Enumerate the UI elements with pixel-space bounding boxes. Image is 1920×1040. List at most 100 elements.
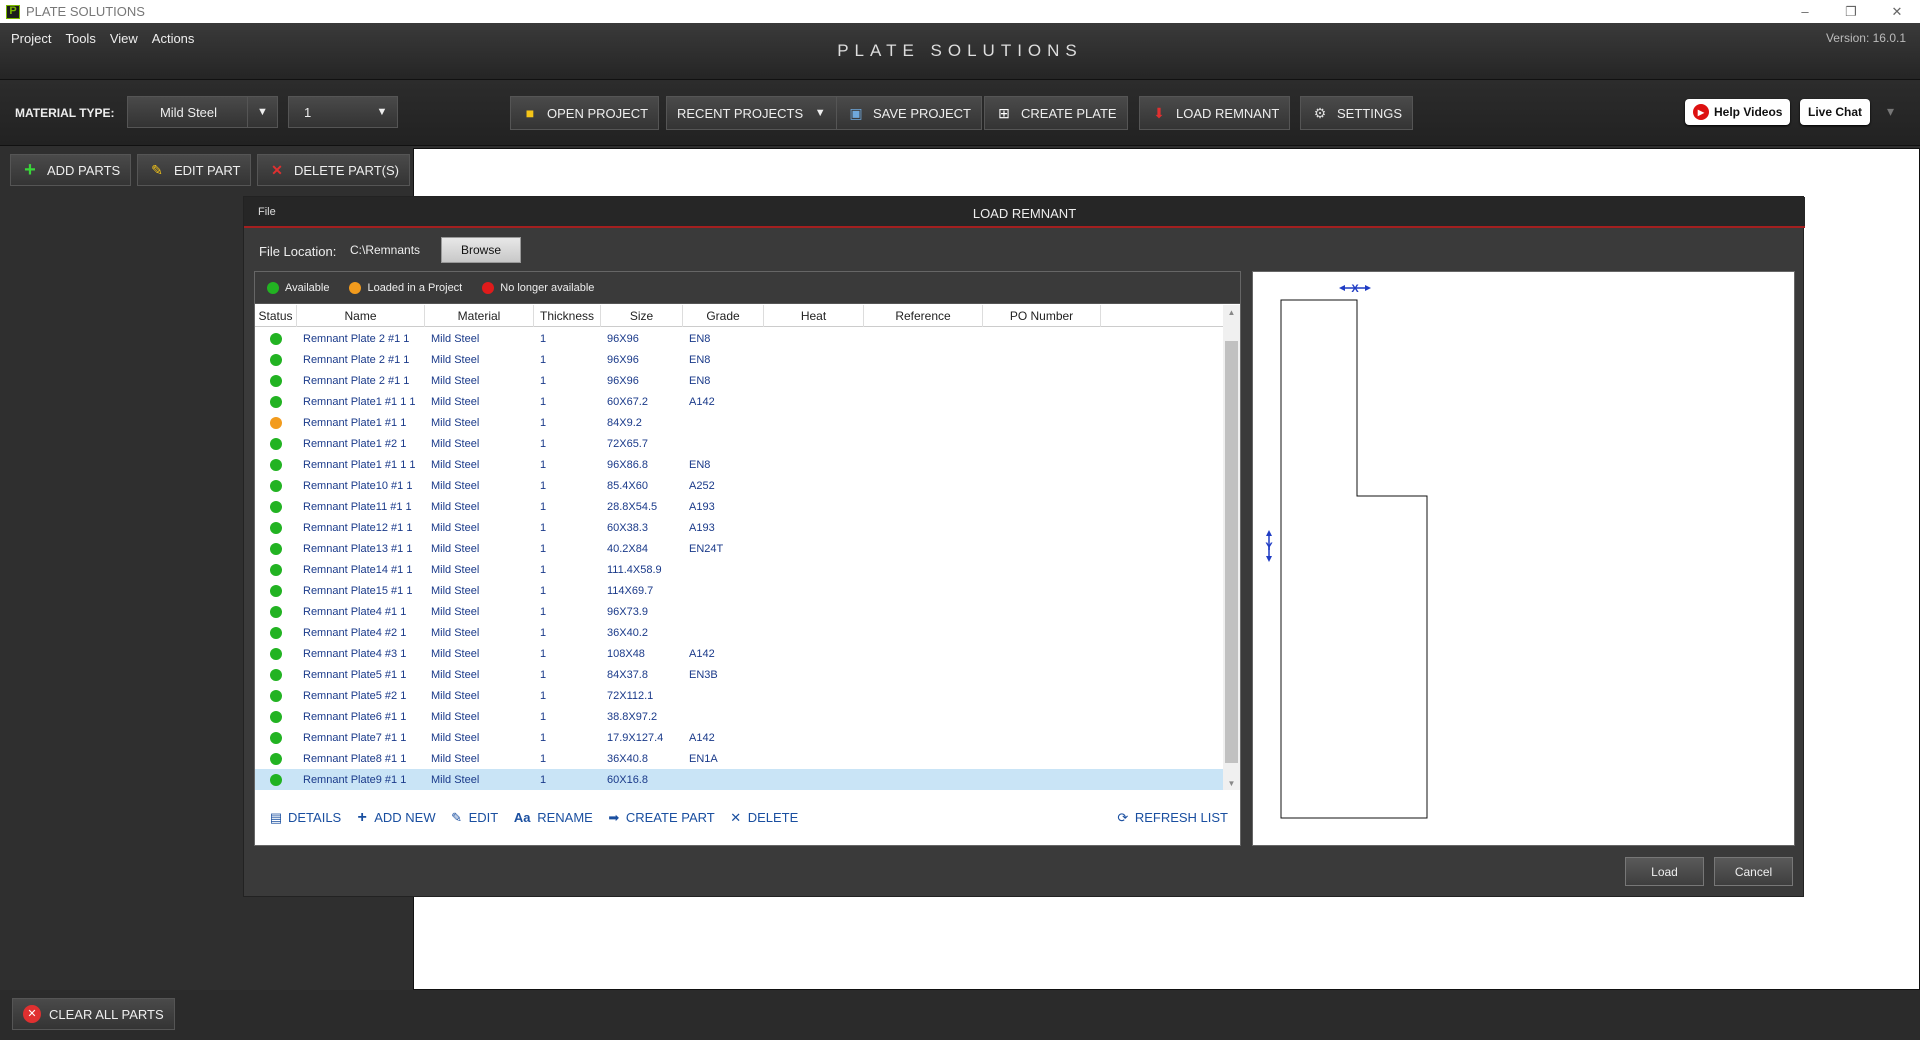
list-actions: ▤ DETAILS + ADD NEW ✎ EDIT Aa RENAME ➡ C… <box>255 790 1240 845</box>
col-size[interactable]: Size <box>601 305 683 327</box>
table-row[interactable]: Remnant Plate12 #1 1 Mild Steel 1 60X38.3 A1… <box>255 517 1223 538</box>
cancel-button[interactable]: Cancel <box>1714 857 1793 886</box>
pencil-icon: ✎ <box>151 162 163 178</box>
recent-projects-button[interactable]: RECENT PROJECTS ▼ <box>666 96 841 130</box>
row-status <box>255 542 297 555</box>
col-grade[interactable]: Grade <box>683 305 764 327</box>
create-part-action[interactable]: ➡ CREATE PART <box>607 809 714 827</box>
row-material: Mild Steel <box>431 731 480 744</box>
app-logo-icon: P <box>6 4 20 19</box>
load-remnant-button[interactable]: ⬇ LOAD REMNANT <box>1139 96 1291 130</box>
create-plate-button[interactable]: ⊞ CREATE PLATE <box>984 96 1128 130</box>
row-grade: EN8 <box>689 458 711 471</box>
col-status[interactable]: Status <box>255 305 297 327</box>
legend-unavailable-label: No longer available <box>500 281 595 294</box>
table-row[interactable]: Remnant Plate 2 #1 1 Mild Steel 1 96X96 EN8 <box>255 328 1223 349</box>
refresh-list-action[interactable]: ⟳ REFRESH LIST <box>1116 809 1228 827</box>
table-row[interactable]: Remnant Plate5 #2 1 Mild Steel 1 72X112.1 <box>255 685 1223 706</box>
edit-action[interactable]: ✎ EDIT <box>450 809 498 827</box>
status-dot-icon <box>270 710 282 723</box>
scroll-down-icon[interactable]: ▼ <box>1223 776 1240 790</box>
row-thickness: 1 <box>540 626 547 639</box>
green-dot-icon <box>267 281 279 294</box>
table-row[interactable]: Remnant Plate15 #1 1 Mild Steel 1 114X69.7 <box>255 580 1223 601</box>
details-action[interactable]: ▤ DETAILS <box>269 809 341 827</box>
download-arrow-icon: ⬇ <box>1153 105 1165 121</box>
row-material: Mild Steel <box>431 416 480 429</box>
edit-part-button[interactable]: ✎ EDIT PART <box>137 154 252 186</box>
settings-label: SETTINGS <box>1337 105 1403 121</box>
load-button[interactable]: Load <box>1625 857 1704 886</box>
material-dropdown[interactable]: Mild Steel ▼ <box>127 96 278 128</box>
row-name: Remnant Plate1 #1 1 <box>303 416 407 429</box>
col-name[interactable]: Name <box>297 305 425 327</box>
restore-icon[interactable]: ❐ <box>1828 0 1874 23</box>
delete-action[interactable]: ✕ DELETE <box>729 809 799 827</box>
add-new-action[interactable]: + ADD NEW <box>355 809 436 827</box>
row-name: Remnant Plate8 #1 1 <box>303 752 407 765</box>
col-material[interactable]: Material <box>425 305 534 327</box>
thickness-value: 1 <box>304 104 312 120</box>
table-row[interactable]: Remnant Plate8 #1 1 Mild Steel 1 36X40.8 EN1… <box>255 748 1223 769</box>
red-dot-icon <box>482 281 495 294</box>
clear-all-parts-button[interactable]: ✕ CLEAR ALL PARTS <box>12 998 175 1030</box>
table-row[interactable]: Remnant Plate1 #1 1 1 Mild Steel 1 60X67.2 A… <box>255 391 1223 412</box>
help-videos-button[interactable]: ▶ Help Videos <box>1685 99 1791 125</box>
table-row[interactable]: Remnant Plate 2 #1 1 Mild Steel 1 96X96 EN8 <box>255 370 1223 391</box>
chevron-down-icon: ▼ <box>376 106 388 118</box>
row-grade: A252 <box>689 479 715 492</box>
table-row[interactable]: Remnant Plate 2 #1 1 Mild Steel 1 96X96 EN8 <box>255 349 1223 370</box>
scroll-thumb[interactable] <box>1225 341 1238 763</box>
filter-icon[interactable]: ▾ <box>1887 103 1894 120</box>
row-thickness: 1 <box>540 458 547 471</box>
x-arrow-right-icon <box>1365 285 1371 291</box>
col-reference[interactable]: Reference <box>864 305 983 327</box>
row-material: Mild Steel <box>431 500 480 513</box>
legend-available-label: Available <box>285 281 330 294</box>
delete-parts-button[interactable]: ✕ DELETE PART(S) <box>257 154 410 186</box>
table-row[interactable]: Remnant Plate1 #1 1 1 Mild Steel 1 96X86.8 E… <box>255 454 1223 475</box>
row-name: Remnant Plate9 #1 1 <box>303 773 407 786</box>
col-po-number[interactable]: PO Number <box>983 305 1101 327</box>
clear-all-parts-label: CLEAR ALL PARTS <box>49 1006 164 1022</box>
col-thickness[interactable]: Thickness <box>534 305 601 327</box>
table-row[interactable]: Remnant Plate4 #1 1 Mild Steel 1 96X73.9 <box>255 601 1223 622</box>
minimize-icon[interactable]: – <box>1782 0 1828 23</box>
save-project-button[interactable]: ▣ SAVE PROJECT <box>836 96 983 130</box>
table-row[interactable]: Remnant Plate5 #1 1 Mild Steel 1 84X37.8 EN3… <box>255 664 1223 685</box>
table-row[interactable]: Remnant Plate6 #1 1 Mild Steel 1 38.8X97.2 <box>255 706 1223 727</box>
close-icon: ✕ <box>730 810 742 825</box>
col-heat[interactable]: Heat <box>764 305 864 327</box>
scroll-up-icon[interactable]: ▲ <box>1223 305 1240 319</box>
table-row[interactable]: Remnant Plate1 #2 1 Mild Steel 1 72X65.7 <box>255 433 1223 454</box>
status-dot-icon <box>270 647 282 660</box>
browse-button[interactable]: Browse <box>441 237 521 263</box>
table-row[interactable]: Remnant Plate1 #1 1 Mild Steel 1 84X9.2 <box>255 412 1223 433</box>
table-row[interactable]: Remnant Plate4 #2 1 Mild Steel 1 36X40.2 <box>255 622 1223 643</box>
settings-button[interactable]: ⚙ SETTINGS <box>1300 96 1414 130</box>
rename-action[interactable]: Aa RENAME <box>512 809 593 827</box>
table-row[interactable]: Remnant Plate14 #1 1 Mild Steel 1 111.4X58.… <box>255 559 1223 580</box>
close-icon[interactable]: ✕ <box>1874 0 1920 23</box>
row-name: Remnant Plate14 #1 1 <box>303 563 413 576</box>
open-project-button[interactable]: ■ OPEN PROJECT <box>510 96 660 130</box>
table-row[interactable]: Remnant Plate7 #1 1 Mild Steel 1 17.9X127.4… <box>255 727 1223 748</box>
row-thickness: 1 <box>540 437 547 450</box>
delete-label: DELETE <box>747 810 799 825</box>
row-name: Remnant Plate 2 #1 1 <box>303 332 410 345</box>
row-size: 36X40.8 <box>607 752 648 765</box>
table-row[interactable]: Remnant Plate4 #3 1 Mild Steel 1 108X48 A142 <box>255 643 1223 664</box>
table-row[interactable]: Remnant Plate11 #1 1 Mild Steel 1 28.8X54.5… <box>255 496 1223 517</box>
live-chat-button[interactable]: Live Chat <box>1800 99 1871 125</box>
row-grade: A142 <box>689 647 715 660</box>
thickness-dropdown[interactable]: 1 ▼ <box>288 96 398 128</box>
app-header: Project Tools View Actions PLATE SOLUTIO… <box>0 23 1920 80</box>
row-material: Mild Steel <box>431 689 480 702</box>
add-parts-button[interactable]: + ADD PARTS <box>10 154 132 186</box>
table-row[interactable]: Remnant Plate13 #1 1 Mild Steel 1 40.2X84 EN… <box>255 538 1223 559</box>
row-size: 96X86.8 <box>607 458 648 471</box>
table-row[interactable]: Remnant Plate10 #1 1 Mild Steel 1 85.4X60 A2… <box>255 475 1223 496</box>
list-scrollbar[interactable]: ▲ ▼ <box>1223 305 1240 790</box>
row-material: Mild Steel <box>431 437 480 450</box>
table-row[interactable]: Remnant Plate9 #1 1 Mild Steel 1 60X16.8 <box>255 769 1223 790</box>
